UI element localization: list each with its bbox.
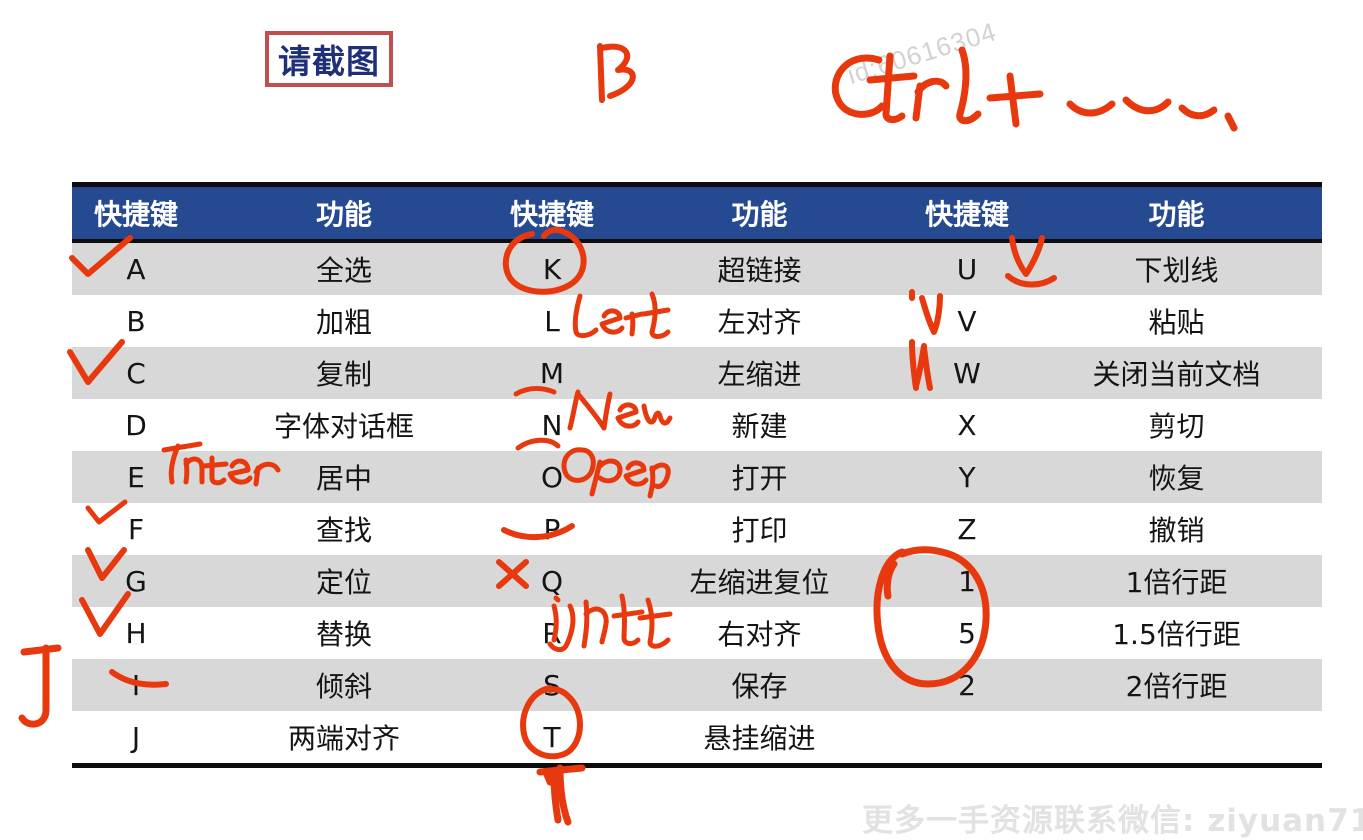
table-row: C 复制 M 左缩进 W 关闭当前文档 — [72, 347, 1322, 399]
cell-fn: 下划线 — [1031, 241, 1322, 295]
cell-key: I — [72, 659, 200, 711]
cell-key: H — [72, 607, 200, 659]
cell-key-empty — [903, 711, 1031, 766]
cell-fn: 恢复 — [1031, 451, 1322, 503]
cell-fn: 左缩进复位 — [616, 555, 903, 607]
table-row: I 倾斜 S 保存 2 2倍行距 — [72, 659, 1322, 711]
cell-key: N — [488, 399, 616, 451]
cell-fn: 加粗 — [200, 295, 488, 347]
word-shortcut-table: 快捷键 功能 快捷键 功能 快捷键 功能 A 全选 K 超链接 U 下划线 B … — [72, 182, 1322, 768]
note-text: 请截图 — [278, 42, 380, 81]
cell-key: Q — [488, 555, 616, 607]
cell-key: C — [72, 347, 200, 399]
cell-key: P — [488, 503, 616, 555]
cell-fn: 定位 — [200, 555, 488, 607]
cell-key: 2 — [903, 659, 1031, 711]
column-header-key-2: 快捷键 — [488, 184, 616, 243]
cell-fn: 字体对话框 — [200, 399, 488, 451]
cell-key: 5 — [903, 607, 1031, 659]
table-row: A 全选 K 超链接 U 下划线 — [72, 241, 1322, 295]
cell-key: A — [72, 241, 200, 295]
cell-key: 1 — [903, 555, 1031, 607]
cell-key: R — [488, 607, 616, 659]
table-row: H 替换 R 右对齐 5 1.5倍行距 — [72, 607, 1322, 659]
column-header-fn-2: 功能 — [616, 184, 903, 243]
screenshot-request-note: 请截图 — [265, 31, 393, 87]
cell-key: Y — [903, 451, 1031, 503]
cell-fn: 复制 — [200, 347, 488, 399]
cell-fn: 替换 — [200, 607, 488, 659]
cell-fn: 查找 — [200, 503, 488, 555]
table-row: D 字体对话框 N 新建 X 剪切 — [72, 399, 1322, 451]
cell-key: J — [72, 711, 200, 766]
cell-key: D — [72, 399, 200, 451]
cell-fn: 左缩进 — [616, 347, 903, 399]
cell-key: S — [488, 659, 616, 711]
table-row: F 查找 P 打印 Z 撤销 — [72, 503, 1322, 555]
ink-letter-b — [588, 38, 658, 108]
cell-key: F — [72, 503, 200, 555]
cell-fn: 打开 — [616, 451, 903, 503]
cell-fn: 打印 — [616, 503, 903, 555]
cell-fn: 右对齐 — [616, 607, 903, 659]
cell-key: B — [72, 295, 200, 347]
table-row: G 定位 Q 左缩进复位 1 1倍行距 — [72, 555, 1322, 607]
cell-key: L — [488, 295, 616, 347]
column-header-fn-3: 功能 — [1031, 184, 1322, 243]
cell-key: M — [488, 347, 616, 399]
table-row: J 两端对齐 T 悬挂缩进 — [72, 711, 1322, 766]
cell-fn: 两端对齐 — [200, 711, 488, 766]
watermark-top: id:60616304 — [843, 16, 1001, 90]
cell-key: X — [903, 399, 1031, 451]
cell-fn: 居中 — [200, 451, 488, 503]
cell-fn: 左对齐 — [616, 295, 903, 347]
cell-fn: 1.5倍行距 — [1031, 607, 1322, 659]
cell-fn: 新建 — [616, 399, 903, 451]
column-header-fn-1: 功能 — [200, 184, 488, 243]
column-header-key-1: 快捷键 — [72, 184, 200, 243]
cell-key: T — [488, 711, 616, 766]
cell-key: K — [488, 241, 616, 295]
table-row: B 加粗 L 左对齐 V 粘贴 — [72, 295, 1322, 347]
cell-fn-empty — [1031, 711, 1322, 766]
cell-fn: 超链接 — [616, 241, 903, 295]
cell-key: U — [903, 241, 1031, 295]
cell-key: Z — [903, 503, 1031, 555]
cell-key: V — [903, 295, 1031, 347]
table-header-row: 快捷键 功能 快捷键 功能 快捷键 功能 — [72, 184, 1322, 243]
cell-fn: 撤销 — [1031, 503, 1322, 555]
column-header-key-3: 快捷键 — [903, 184, 1031, 243]
cell-fn: 关闭当前文档 — [1031, 347, 1322, 399]
cell-fn: 2倍行距 — [1031, 659, 1322, 711]
cell-fn: 粘贴 — [1031, 295, 1322, 347]
table-row: E 居中 O 打开 Y 恢复 — [72, 451, 1322, 503]
cell-fn: 1倍行距 — [1031, 555, 1322, 607]
ink-bottom-t — [532, 762, 594, 828]
watermark-bottom: 更多一手资源联系微信: ziyuan717 — [862, 803, 1363, 839]
cell-fn: 全选 — [200, 241, 488, 295]
cell-fn: 保存 — [616, 659, 903, 711]
cell-fn: 倾斜 — [200, 659, 488, 711]
cell-fn: 剪切 — [1031, 399, 1322, 451]
cell-key: W — [903, 347, 1031, 399]
cell-key: G — [72, 555, 200, 607]
cell-key: E — [72, 451, 200, 503]
ink-margin-j — [14, 640, 66, 738]
cell-fn: 悬挂缩进 — [616, 711, 903, 766]
cell-key: O — [488, 451, 616, 503]
